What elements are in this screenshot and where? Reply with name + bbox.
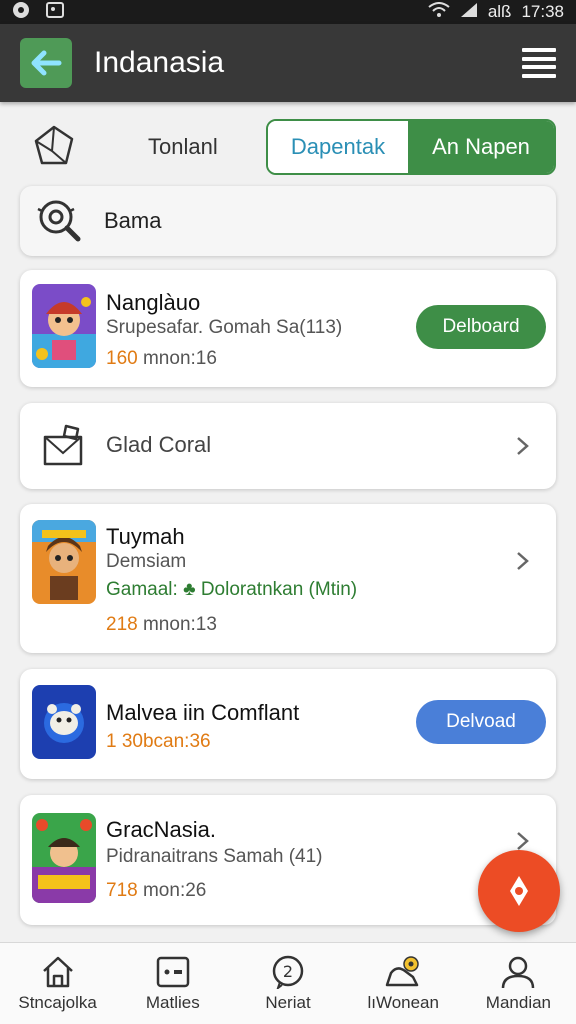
mobile-data-text: alß bbox=[487, 2, 512, 21]
tab-right[interactable]: An Napen bbox=[408, 121, 554, 173]
search-label: Bama bbox=[104, 208, 162, 233]
svg-text:2: 2 bbox=[283, 962, 293, 981]
item-meta-number: 218 bbox=[106, 614, 138, 635]
segmented-control: Dapentak An Napen bbox=[266, 119, 556, 175]
chevron-right-icon bbox=[517, 552, 529, 570]
app-notification-icon bbox=[12, 1, 32, 24]
nav-item-matches[interactable]: Matlies bbox=[115, 943, 230, 1024]
search-box[interactable]: Bama bbox=[20, 186, 556, 256]
item-title: Malvea iin Comflant bbox=[106, 700, 300, 725]
profile-icon bbox=[502, 956, 535, 988]
item-meta-number: 1 30 bbox=[106, 731, 143, 752]
item-title: GracNasia. bbox=[106, 817, 217, 842]
nav-item-rewards[interactable]: lıWonean bbox=[346, 943, 461, 1024]
download-button[interactable]: Delvoad bbox=[416, 700, 546, 744]
nav-label: Neriat bbox=[265, 992, 311, 1012]
nav-label: Matlies bbox=[145, 992, 200, 1012]
chevron-right-icon bbox=[517, 437, 529, 455]
list-item[interactable]: Glad Coral bbox=[20, 403, 556, 489]
item-meta-text: mnon:16 bbox=[137, 348, 217, 369]
item-subtitle: Pidranaitrans Samah (41) bbox=[106, 846, 323, 867]
list-item[interactable]: GracNasia. Pidranaitrans Samah (41) 718 … bbox=[20, 795, 556, 925]
folder-icon bbox=[43, 424, 83, 466]
nav-item-home[interactable]: Stncajolka bbox=[0, 943, 115, 1024]
hamburger-icon bbox=[522, 48, 556, 52]
item-meta-number: 160 bbox=[106, 348, 138, 369]
bottom-navigation: Stncajolka Matlies 2 Neriat lıWonean Man… bbox=[0, 942, 576, 1024]
badge-icon bbox=[385, 955, 419, 986]
tab-left[interactable]: Dapentak bbox=[268, 121, 408, 173]
home-icon bbox=[42, 956, 73, 987]
item-meta: 218 mnon:13 bbox=[106, 614, 217, 636]
item-title: Glad Coral bbox=[106, 432, 212, 457]
nav-label: lıWonean bbox=[367, 992, 439, 1012]
image-notification-icon bbox=[46, 1, 64, 23]
item-title: Nanglàuo bbox=[106, 290, 201, 315]
status-bar: alß 17:38 bbox=[0, 0, 576, 24]
nav-item-profile[interactable]: Mandian bbox=[461, 943, 576, 1024]
item-subtitle: Srupesafar. Gomah Sa(113) bbox=[106, 317, 343, 338]
chevron-right-icon bbox=[517, 832, 529, 850]
chat-icon: 2 bbox=[272, 955, 304, 989]
nav-item-chat[interactable]: 2 Neriat bbox=[230, 943, 345, 1024]
filter-row: Tonlanl Dapentak An Napen bbox=[20, 118, 556, 176]
list-item[interactable]: Nanglàuo Srupesafar. Gomah Sa(113) 160 m… bbox=[20, 270, 556, 387]
item-meta: 160 mnon:16 bbox=[106, 348, 217, 370]
list-item[interactable]: Tuymah Demsiam Gamaal: ♣ Doloratnkan (Mt… bbox=[20, 504, 556, 653]
menu-button[interactable] bbox=[522, 48, 556, 78]
item-meta-number: 718 bbox=[106, 880, 138, 901]
game-thumbnail bbox=[32, 685, 96, 759]
list-item[interactable]: Malvea iin Comflant 1 30bcan:36 Delvoad bbox=[20, 669, 556, 779]
item-meta-text: mon:26 bbox=[137, 880, 207, 901]
item-title: Tuymah bbox=[106, 524, 185, 549]
clock: 17:38 bbox=[521, 2, 564, 21]
rocket-icon bbox=[510, 876, 528, 906]
floating-action-button[interactable] bbox=[478, 850, 560, 932]
arrow-left-icon bbox=[31, 50, 62, 76]
app-title: Indanasia bbox=[94, 46, 225, 79]
game-thumbnail bbox=[32, 520, 96, 604]
signal-icon bbox=[460, 2, 478, 23]
back-button[interactable] bbox=[20, 38, 72, 88]
filter-label: Tonlanl bbox=[148, 134, 218, 159]
cube-icon[interactable] bbox=[30, 123, 78, 171]
nav-label: Stncajolka bbox=[18, 992, 97, 1012]
nav-label: Mandian bbox=[485, 992, 552, 1012]
item-meta: 718 mon:26 bbox=[106, 880, 206, 902]
item-subtitle: Demsiam bbox=[106, 551, 187, 572]
item-meta-text: bcan:36 bbox=[142, 731, 211, 752]
item-status: Gamaal: ♣ Doloratnkan (Mtin) bbox=[106, 579, 358, 600]
search-icon bbox=[37, 200, 81, 242]
app-bar: Indanasia bbox=[0, 24, 576, 102]
game-thumbnail bbox=[32, 813, 96, 903]
wifi-icon bbox=[428, 1, 450, 23]
download-button[interactable]: Delboard bbox=[416, 305, 546, 349]
dice-icon bbox=[156, 956, 190, 987]
item-meta: 1 30bcan:36 bbox=[106, 731, 211, 753]
item-meta-text: mnon:13 bbox=[137, 614, 217, 635]
game-thumbnail bbox=[32, 284, 96, 368]
